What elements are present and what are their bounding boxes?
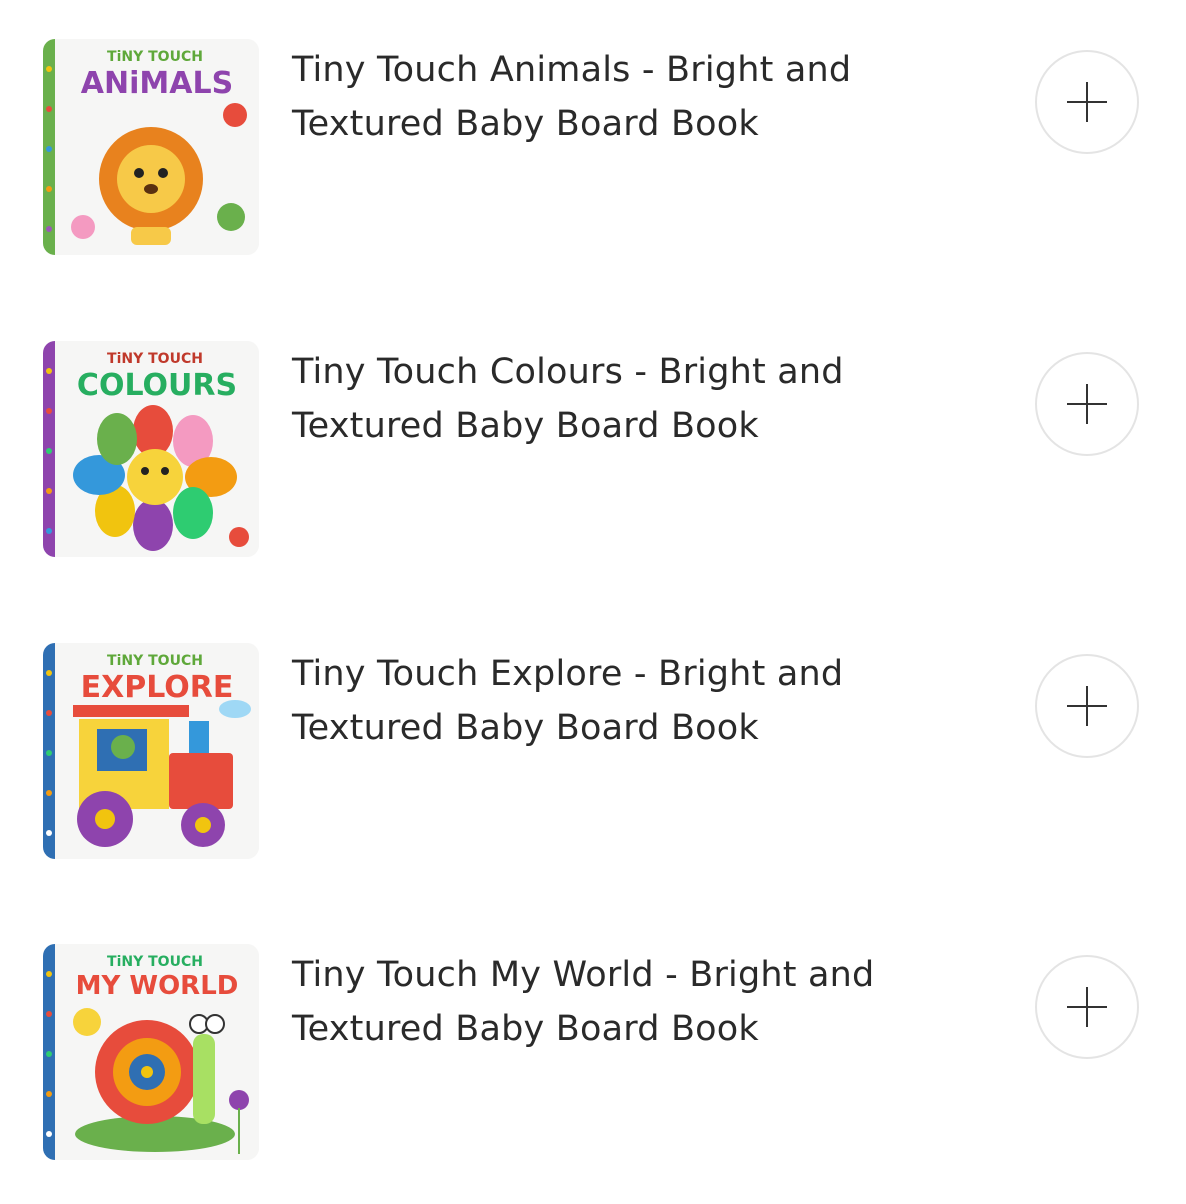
plus-icon — [1067, 987, 1107, 1027]
list-item[interactable]: TiNY TOUCH EXPLORE Tiny Touch Explore - … — [0, 643, 1186, 903]
product-title[interactable]: Tiny Touch My World - Bright and Texture… — [292, 948, 932, 1056]
svg-text:ANiMALS: ANiMALS — [81, 66, 233, 101]
list-item[interactable]: TiNY TOUCH COLOURS Tiny Touch Colours - … — [0, 341, 1186, 601]
train-illustration-icon: TiNY TOUCH EXPLORE — [43, 643, 259, 859]
book-cover-image[interactable]: TiNY TOUCH COLOURS — [43, 341, 259, 557]
list-item[interactable]: TiNY TOUCH MY WORLD Tiny Touch My World … — [0, 944, 1186, 1204]
list-item[interactable]: TiNY TOUCH ANiMALS Tiny Touch Animals - … — [0, 39, 1186, 299]
book-cover-image[interactable]: TiNY TOUCH EXPLORE — [43, 643, 259, 859]
svg-text:MY WORLD: MY WORLD — [76, 971, 239, 1001]
svg-text:TiNY TOUCH: TiNY TOUCH — [107, 653, 203, 669]
svg-text:TiNY TOUCH: TiNY TOUCH — [107, 49, 203, 65]
book-cover-image[interactable]: TiNY TOUCH ANiMALS — [43, 39, 259, 255]
svg-text:TiNY TOUCH: TiNY TOUCH — [107, 351, 203, 367]
svg-text:COLOURS: COLOURS — [77, 368, 237, 403]
snail-illustration-icon: TiNY TOUCH MY WORLD — [43, 944, 259, 1160]
flower-illustration-icon: TiNY TOUCH COLOURS — [43, 341, 259, 557]
plus-icon — [1067, 384, 1107, 424]
plus-icon — [1067, 82, 1107, 122]
book-cover-image[interactable]: TiNY TOUCH MY WORLD — [43, 944, 259, 1160]
product-title[interactable]: Tiny Touch Animals - Bright and Textured… — [292, 43, 932, 151]
plus-icon — [1067, 686, 1107, 726]
add-button[interactable] — [1035, 654, 1139, 758]
add-button[interactable] — [1035, 955, 1139, 1059]
lion-illustration-icon: TiNY TOUCH ANiMALS — [43, 39, 259, 255]
svg-text:TiNY TOUCH: TiNY TOUCH — [107, 954, 203, 970]
product-title[interactable]: Tiny Touch Explore - Bright and Textured… — [292, 647, 932, 755]
svg-text:EXPLORE: EXPLORE — [81, 670, 234, 705]
product-title[interactable]: Tiny Touch Colours - Bright and Textured… — [292, 345, 932, 453]
add-button[interactable] — [1035, 50, 1139, 154]
add-button[interactable] — [1035, 352, 1139, 456]
